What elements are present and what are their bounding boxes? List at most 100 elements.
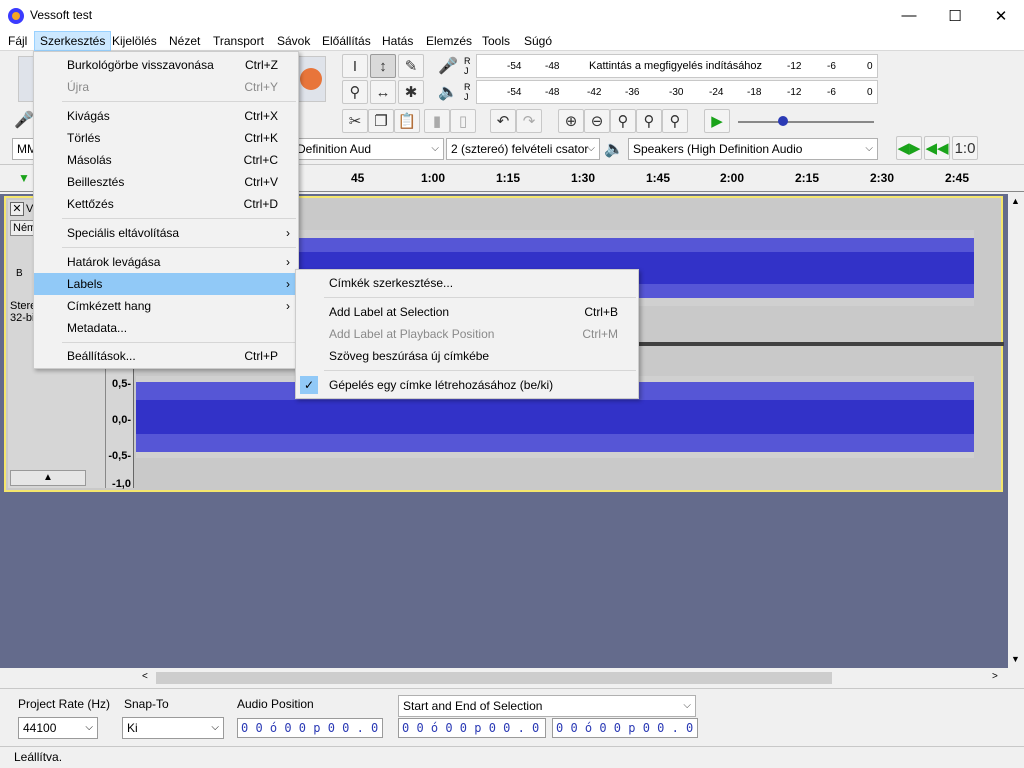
menu-item-paste[interactable]: Beillesztés Ctrl+V [34, 171, 298, 193]
scroll-down-icon[interactable]: ▼ [1011, 654, 1020, 664]
menu-item-add-label-selection[interactable]: Add Label at Selection Ctrl+B [296, 301, 638, 323]
record-meter-hint: Kattintás a megfigyelés indításához [589, 60, 763, 72]
menu-item-metadata[interactable]: Metadata... [34, 317, 298, 339]
status-text: Leállítva. [14, 750, 63, 764]
cut-icon[interactable]: ✂ [342, 109, 368, 133]
menu-item-shortcut: Ctrl+P [244, 349, 278, 363]
menu-item-preferences[interactable]: Beállítások... Ctrl+P [34, 345, 298, 367]
menu-analyze[interactable]: Elemzés [421, 31, 477, 51]
selection-mode-select[interactable]: Start and End of Selection ⌵ [398, 695, 696, 717]
scroll-up-icon[interactable]: ▲ [1011, 196, 1020, 206]
menu-item-duplicate[interactable]: Kettőzés Ctrl+D [34, 193, 298, 215]
menu-item-redo[interactable]: Újra Ctrl+Y [34, 76, 298, 98]
undo-icon[interactable]: ↶ [490, 109, 516, 133]
paste-icon[interactable]: 📋 [394, 109, 420, 133]
menu-effect[interactable]: Hatás [377, 31, 418, 51]
rec-scale-12: -12 [787, 61, 802, 72]
close-button[interactable]: ✕ [978, 0, 1024, 31]
ruler-tick: 2:15 [795, 171, 820, 185]
record-meter-icon[interactable]: 🎤 [434, 56, 462, 78]
play-speed-thumb[interactable] [778, 116, 788, 126]
selection-mode-value: Start and End of Selection [403, 699, 543, 713]
play-scale-label: -36 [625, 87, 640, 98]
minimize-button[interactable]: — [886, 0, 932, 31]
scale-label: 0,5- [112, 378, 131, 390]
output-device-value: Speakers (High Definition Audio [633, 142, 803, 156]
zoom-in-icon[interactable]: ⊕ [558, 109, 584, 133]
zoom-out-icon[interactable]: ⊖ [584, 109, 610, 133]
fit-selection-icon[interactable]: ⚲ [610, 109, 636, 133]
snap-to-select[interactable]: Ki ⌵ [122, 717, 224, 739]
play-cut-preview-icon[interactable]: ◀▶ [896, 136, 922, 160]
selection-start-field[interactable]: 0 0 ó 0 0 p 0 0 . 0 0 0 m [398, 718, 546, 738]
menu-item-labeled-audio[interactable]: Címkézett hang › [34, 295, 298, 317]
menu-item-paste-new-label[interactable]: Szöveg beszúrása új címkébe [296, 345, 638, 367]
menu-item-undo-envelope[interactable]: Burkológörbe visszavonása Ctrl+Z [34, 54, 298, 76]
play-meter-icon[interactable]: 🔈 [434, 82, 462, 104]
draw-tool-icon[interactable]: ✎ [398, 54, 424, 78]
envelope-tool-icon[interactable]: ↕ [370, 54, 396, 78]
maximize-button[interactable]: ☐ [932, 0, 978, 31]
project-rate-label: Project Rate (Hz) [18, 697, 111, 711]
menu-file[interactable]: Fájl [3, 31, 32, 51]
zoom-normal-icon[interactable]: 1:0 [952, 136, 978, 160]
menu-item-cut[interactable]: Kivágás Ctrl+X [34, 105, 298, 127]
scroll-left-icon[interactable]: < [142, 671, 148, 682]
menu-tools[interactable]: Tools [477, 31, 515, 51]
multi-tool-icon[interactable]: ✱ [398, 80, 424, 104]
menu-select[interactable]: Kijelölés [107, 31, 162, 51]
menu-item-copy[interactable]: Másolás Ctrl+C [34, 149, 298, 171]
trim-icon[interactable]: ▮ [424, 109, 450, 133]
menu-item-edit-labels[interactable]: Címkék szerkesztése... [296, 272, 638, 294]
menu-item-remove-special[interactable]: Speciális eltávolítása › [34, 222, 298, 244]
record-meter[interactable]: -54 -48 Kattintás a megfigyelés indításá… [476, 54, 878, 78]
menu-item-type-to-create-label[interactable]: ✓ Gépelés egy címke létrehozásához (be/k… [296, 374, 638, 396]
menu-tracks[interactable]: Sávok [272, 31, 315, 51]
scale-label: -0,5- [108, 450, 131, 462]
scroll-right-icon[interactable]: > [992, 671, 998, 682]
track-close-icon[interactable]: ✕ [10, 202, 24, 216]
selection-tool-icon[interactable]: I [342, 54, 368, 78]
audio-position-field[interactable]: 0 0 ó 0 0 p 0 0 . 0 0 0 m [237, 718, 383, 738]
collapse-track-button[interactable]: ▲ [10, 470, 86, 486]
play-head-icon: ▼ [18, 171, 30, 185]
channels-select[interactable]: 2 (sztereó) felvételi csator ⌵ [446, 138, 600, 160]
menu-item-label: Másolás [67, 153, 112, 167]
horizontal-scrollbar[interactable]: < > [140, 670, 1008, 686]
fit-project-icon[interactable]: ⚲ [636, 109, 662, 133]
play-meter[interactable]: -54 -48 -42 -36 -30 -24 -18 -12 -6 0 [476, 80, 878, 104]
menu-item-label: Szöveg beszúrása új címkébe [329, 349, 490, 363]
record-button[interactable] [300, 68, 322, 90]
submenu-arrow-icon: › [286, 299, 290, 313]
menu-help[interactable]: Súgó [519, 31, 557, 51]
labels-submenu: Címkék szerkesztése... Add Label at Sele… [295, 269, 639, 399]
project-rate-select[interactable]: 44100 ⌵ [18, 717, 98, 739]
silence-icon[interactable]: ▯ [450, 109, 476, 133]
horizontal-scroll-thumb[interactable] [156, 672, 832, 684]
output-device-select[interactable]: Speakers (High Definition Audio ⌵ [628, 138, 878, 160]
copy-icon[interactable]: ❐ [368, 109, 394, 133]
play-scale-label: -54 [507, 87, 522, 98]
menu-item-labels[interactable]: Labels › [34, 273, 298, 295]
menu-view[interactable]: Nézet [164, 31, 205, 51]
zoom-tool-icon[interactable]: ⚲ [342, 80, 368, 104]
vertical-scrollbar[interactable]: ▲ ▼ [1008, 194, 1024, 668]
menu-item-clip-boundaries[interactable]: Határok levágása › [34, 251, 298, 273]
menu-separator [62, 218, 296, 219]
play-scale-label: -6 [827, 87, 836, 98]
menu-item-delete[interactable]: Törlés Ctrl+K [34, 127, 298, 149]
ruler-tick: 2:00 [720, 171, 745, 185]
input-device-select[interactable]: Definition Aud ⌵ [292, 138, 444, 160]
zoom-toggle-icon[interactable]: ⚲ [662, 109, 688, 133]
play-loop-icon[interactable]: ◀◀ [924, 136, 950, 160]
menu-edit[interactable]: Szerkesztés [34, 31, 112, 51]
menu-transport[interactable]: Transport [208, 31, 269, 51]
selection-end-field[interactable]: 0 0 ó 0 0 p 0 0 . 0 0 0 m [552, 718, 698, 738]
menu-generate[interactable]: Előállítás [317, 31, 376, 51]
play-at-speed-icon[interactable]: ▶ [704, 109, 730, 133]
redo-icon[interactable]: ↷ [516, 109, 542, 133]
menu-item-add-label-playback[interactable]: Add Label at Playback Position Ctrl+M [296, 323, 638, 345]
menu-item-label: Burkológörbe visszavonása [67, 58, 214, 72]
timeshift-tool-icon[interactable]: ↔ [370, 80, 396, 104]
play-speed-slider[interactable] [738, 121, 874, 123]
